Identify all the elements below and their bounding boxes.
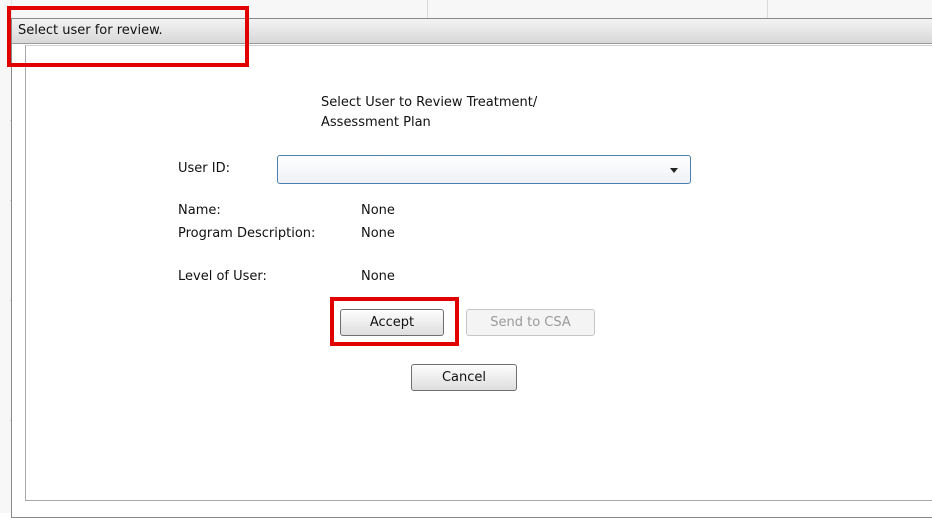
dialog-title: Select user for review. — [18, 23, 163, 38]
background-column-divider — [767, 0, 768, 20]
accept-button[interactable]: Accept — [340, 309, 444, 336]
level-of-user-label: Level of User: — [178, 269, 267, 284]
dropdown-arrow-icon[interactable] — [670, 168, 678, 173]
dialog-titlebar[interactable]: Select user for review. — [12, 19, 932, 44]
form-heading: Select User to Review Treatment/ Assessm… — [321, 93, 537, 133]
cancel-button[interactable]: Cancel — [411, 364, 517, 391]
heading-line-2: Assessment Plan — [321, 115, 431, 130]
heading-line-1: Select User to Review Treatment/ — [321, 95, 538, 110]
send-to-csa-button: Send to CSA — [466, 309, 595, 336]
name-label: Name: — [178, 203, 221, 218]
user-id-dropdown[interactable] — [277, 155, 691, 184]
program-description-value: None — [361, 226, 395, 241]
level-of-user-value: None — [361, 269, 395, 284]
program-description-label: Program Description: — [178, 226, 316, 241]
name-value: None — [361, 203, 395, 218]
background-column-divider — [427, 0, 428, 20]
user-id-label: User ID: — [178, 161, 230, 176]
